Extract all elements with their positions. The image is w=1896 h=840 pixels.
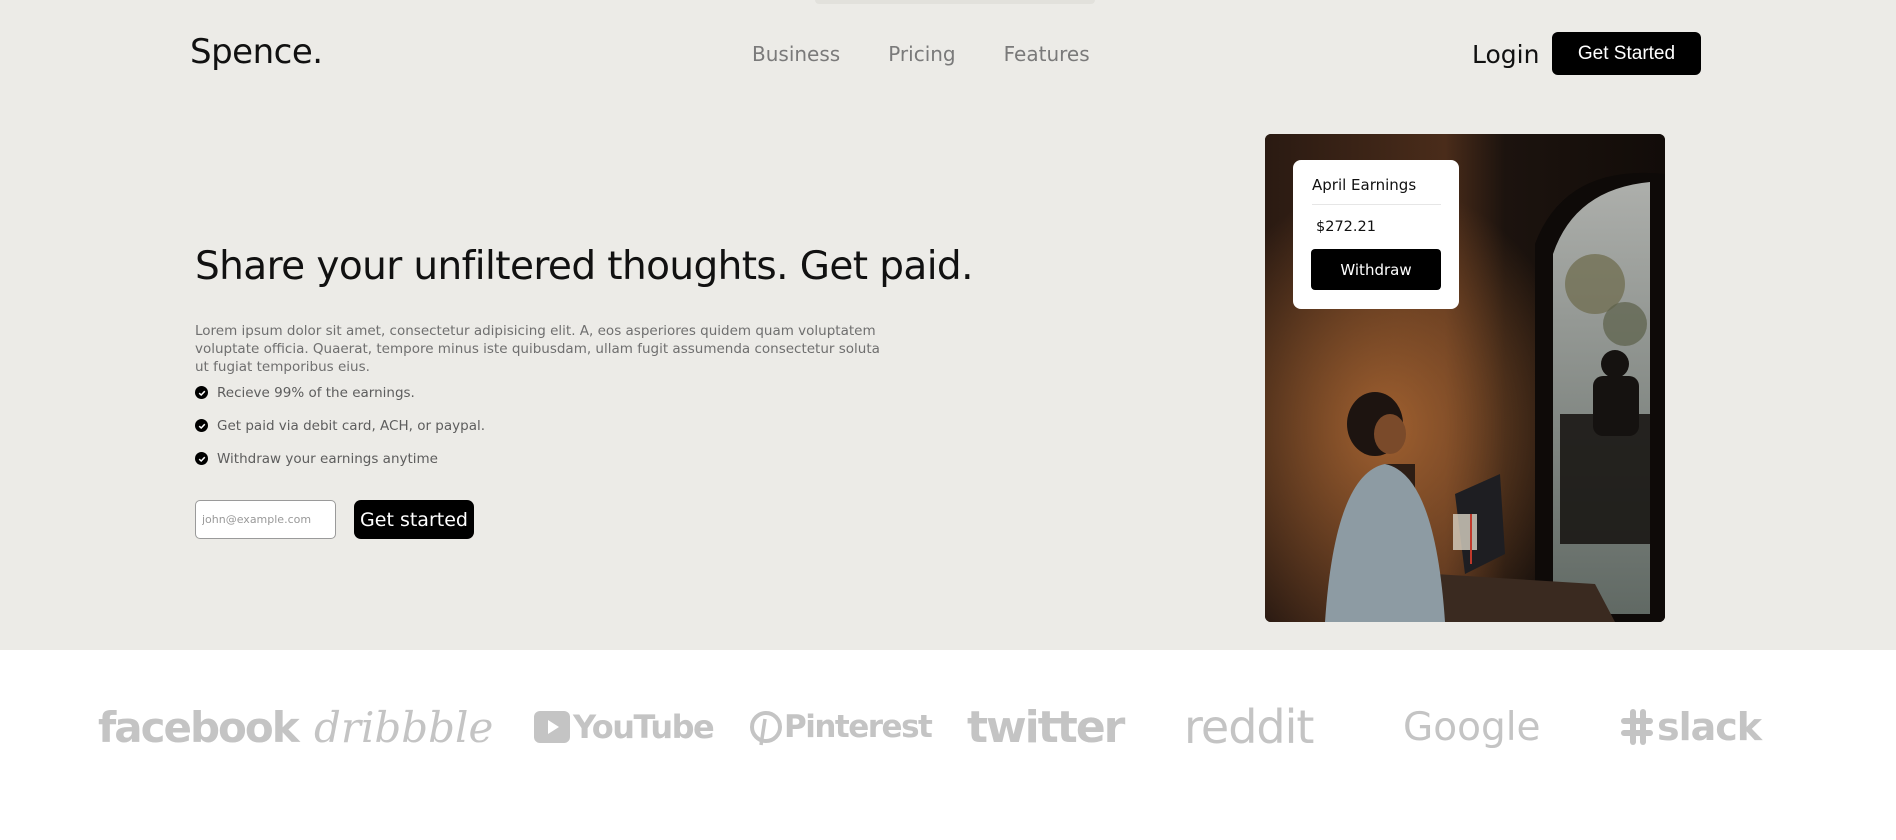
nav-features[interactable]: Features — [1004, 42, 1090, 66]
slack-wordmark: slack — [1657, 705, 1762, 749]
nav-business[interactable]: Business — [752, 42, 840, 66]
main-nav: Business Pricing Features — [752, 42, 1090, 66]
youtube-logo: YouTube — [533, 698, 715, 756]
pinterest-icon — [750, 711, 782, 746]
slack-logo: slack — [1620, 698, 1762, 756]
earnings-amount: $272.21 — [1316, 219, 1376, 235]
signup-button[interactable]: Get started — [354, 500, 474, 539]
check-icon — [195, 419, 208, 432]
hero-headline: Share your unfiltered thoughts. Get paid… — [195, 244, 973, 289]
earnings-card: April Earnings $272.21 Withdraw — [1293, 160, 1459, 309]
youtube-wordmark: YouTube — [573, 708, 715, 746]
facebook-logo: facebook — [98, 702, 300, 752]
nav-pricing[interactable]: Pricing — [888, 42, 955, 66]
check-icon — [195, 386, 208, 399]
pinterest-logo: Pinterest — [750, 698, 933, 756]
hero-section: Spence. Business Pricing Features Login … — [0, 0, 1896, 650]
feature-text: Get paid via debit card, ACH, or paypal. — [217, 417, 486, 434]
logo[interactable]: Spence. — [190, 32, 323, 72]
reddit-logo: reddit — [1184, 700, 1314, 754]
slack-hash-icon — [1621, 709, 1653, 745]
email-field[interactable] — [195, 500, 336, 539]
withdraw-button[interactable]: Withdraw — [1311, 249, 1441, 290]
login-link[interactable]: Login — [1472, 40, 1539, 69]
check-icon — [195, 452, 208, 465]
get-started-button[interactable]: Get Started — [1552, 32, 1701, 75]
top-tab — [815, 0, 1095, 4]
card-divider — [1312, 204, 1441, 205]
hero-lead: Lorem ipsum dolor sit amet, consectetur … — [195, 323, 880, 375]
pinterest-wordmark: Pinterest — [784, 709, 933, 745]
feature-item: Get paid via debit card, ACH, or paypal. — [195, 409, 485, 442]
feature-text: Withdraw your earnings anytime — [217, 450, 438, 467]
twitter-logo: twitter — [967, 701, 1125, 753]
feature-list: Recieve 99% of the earnings. Get paid vi… — [195, 376, 485, 475]
feature-item: Withdraw your earnings anytime — [195, 442, 485, 475]
youtube-play-icon — [534, 711, 570, 743]
google-logo: Google — [1403, 704, 1541, 750]
feature-item: Recieve 99% of the earnings. — [195, 376, 485, 409]
earnings-title: April Earnings — [1312, 176, 1417, 194]
dribbble-logo: dribbble — [314, 702, 494, 752]
feature-text: Recieve 99% of the earnings. — [217, 384, 415, 401]
